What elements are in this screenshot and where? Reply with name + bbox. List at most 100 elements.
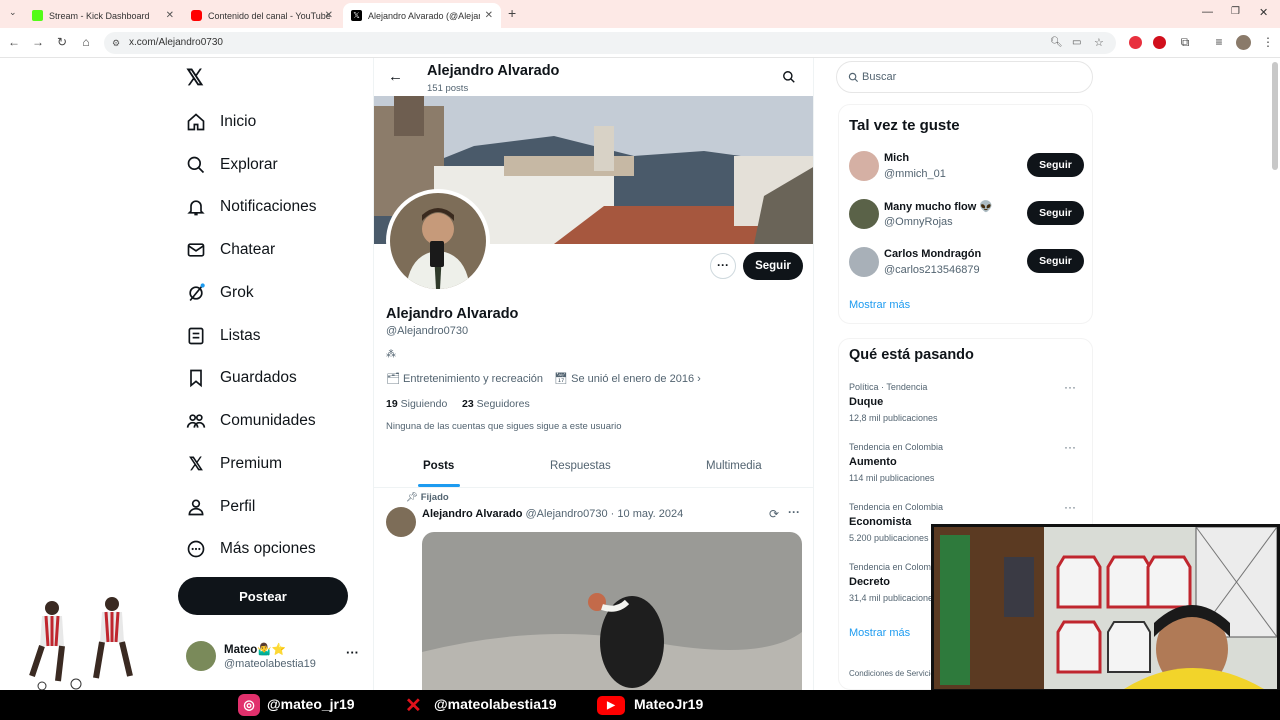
suggestion-name: Mich — [884, 152, 910, 164]
suggestion-name: Many mucho flow 👽 — [884, 201, 994, 213]
bell-icon — [187, 200, 205, 216]
tab-x-profile[interactable]: 𝕏 Alejandro Alvarado (@Alejandro ✕ — [343, 3, 501, 28]
back-icon[interactable]: ← — [6, 35, 22, 49]
trend-item[interactable]: Política · Tendencia Duque 12,8 mil publ… — [849, 380, 1084, 438]
nav-comunidades[interactable]: Comunidades — [186, 403, 316, 439]
close-icon[interactable]: ✕ — [166, 10, 174, 21]
restore-icon[interactable]: ❐ — [1231, 6, 1240, 17]
search-icon — [848, 72, 859, 83]
show-more-link[interactable]: Mostrar más — [849, 299, 910, 311]
following-link[interactable]: 19 Siguiendo — [386, 398, 447, 410]
more-horizontal-icon[interactable]: ··· — [788, 505, 800, 519]
search-icon[interactable] — [782, 70, 796, 84]
nav-grok[interactable]: Grok — [186, 275, 254, 311]
search-placeholder: Buscar — [862, 71, 897, 83]
more-options-button[interactable]: ··· — [710, 253, 736, 279]
post-header: Alejandro Alvarado @Alejandro0730 · 10 m… — [422, 508, 683, 520]
nav-explorar[interactable]: Explorar — [186, 147, 278, 183]
envelope-icon — [187, 243, 205, 257]
zoom-icon[interactable]: 🔍︎ — [1050, 32, 1063, 54]
profile-avatar[interactable] — [386, 189, 490, 293]
extension-icon[interactable] — [1129, 36, 1142, 49]
follow-button[interactable]: Seguir — [1027, 249, 1084, 273]
suggestion-name: Carlos Mondragón — [884, 248, 982, 260]
suggestion-handle: @OmnyRojas — [884, 216, 953, 228]
search-input[interactable]: Buscar — [836, 61, 1093, 93]
grok-icon[interactable]: ⟳ — [769, 507, 779, 521]
suggestion-row[interactable]: Carlos Mondragón @carlos213546879 Seguir — [849, 243, 1084, 283]
menu-kebab-icon[interactable]: ⋮ — [1260, 35, 1276, 49]
post-author[interactable]: Alejandro Alvarado — [422, 508, 522, 520]
tab-youtube[interactable]: Contenido del canal - YouTube ✕ — [183, 3, 341, 28]
nav-label: Grok — [220, 284, 254, 301]
new-tab-icon[interactable]: + — [508, 5, 516, 21]
tab-respuestas[interactable]: Respuestas — [550, 460, 611, 472]
search-icon — [187, 156, 205, 174]
extension-icon[interactable] — [1153, 36, 1166, 49]
extensions-puzzle-icon[interactable]: ⧉ — [1177, 35, 1193, 50]
nav-notificaciones[interactable]: Notificaciones — [186, 189, 317, 225]
tab-multimedia[interactable]: Multimedia — [706, 460, 762, 472]
suggestion-row[interactable]: Mich @mmich_01 Seguir — [849, 147, 1084, 187]
x-logo-icon: 𝕏 — [351, 10, 362, 21]
minimize-icon[interactable]: — — [1202, 6, 1213, 18]
tab-kick[interactable]: Stream - Kick Dashboard ✕ — [24, 3, 182, 28]
followers-link[interactable]: 23 Seguidores — [462, 398, 530, 410]
forward-icon[interactable]: → — [30, 35, 46, 49]
profile-joined[interactable]: Se unió el enero de 2016 — [571, 373, 694, 385]
trend-name: Aumento — [849, 456, 897, 468]
more-horizontal-icon[interactable]: ··· — [1064, 380, 1076, 394]
youtube-icon — [191, 10, 202, 21]
close-icon[interactable]: ✕ — [325, 10, 333, 21]
trend-item[interactable]: Tendencia en Colombia Aumento 114 mil pu… — [849, 440, 1084, 498]
nav-label: Chatear — [220, 241, 276, 258]
bookmark-star-icon[interactable]: ☆ — [1094, 32, 1104, 54]
webcam-feed — [934, 527, 1277, 689]
nav-inicio[interactable]: Inicio — [186, 104, 256, 140]
nav-label: Notificaciones — [220, 198, 317, 215]
nav-guardados[interactable]: Guardados — [186, 360, 297, 396]
more-horizontal-icon[interactable]: ··· — [1064, 440, 1076, 454]
more-horizontal-icon[interactable]: ··· — [346, 645, 359, 660]
trend-meta: Tendencia en Colombia — [849, 502, 944, 512]
x-logo-icon[interactable]: 𝕏 — [186, 67, 208, 89]
nav-premium[interactable]: 𝕏 Premium — [186, 446, 282, 482]
stream-social-bar: ◎ @mateo_jr19 ✕ @mateolabestia19 ▶ Mateo… — [0, 690, 1280, 720]
home-icon[interactable]: ⌂ — [78, 35, 94, 49]
divider — [374, 487, 813, 488]
close-icon[interactable]: ✕ — [485, 10, 493, 21]
back-arrow-icon[interactable]: ← — [388, 68, 403, 85]
footer-link[interactable]: Condiciones de Servicio — [849, 669, 935, 678]
more-horizontal-icon[interactable]: ··· — [1064, 500, 1076, 514]
follow-button[interactable]: Seguir — [1027, 153, 1084, 177]
cast-icon[interactable]: ▭ — [1072, 32, 1081, 54]
account-switcher[interactable]: Mateo🤷‍♂️⭐ @mateolabestia19 ··· — [186, 641, 366, 673]
tab-list-icon[interactable]: ⌄ — [9, 7, 17, 18]
reading-list-icon[interactable]: ≡ — [1211, 35, 1227, 49]
tab-posts[interactable]: Posts — [423, 460, 454, 472]
reload-icon[interactable]: ↻ — [54, 35, 70, 49]
window-close-icon[interactable]: ✕ — [1259, 6, 1268, 19]
nav-label: Listas — [220, 327, 261, 344]
post-button[interactable]: Postear — [178, 577, 348, 615]
address-bar[interactable]: ⚙ x.com/Alejandro0730 🔍︎ ▭ ☆ — [104, 32, 1116, 54]
profile-meta: 🗂︎ Entretenimiento y recreación 📅︎ Se un… — [386, 372, 701, 385]
browser-tab-bar: ⌄ Stream - Kick Dashboard ✕ Contenido de… — [0, 0, 1280, 28]
suggestion-row[interactable]: Many mucho flow 👽 @OmnyRojas Seguir — [849, 195, 1084, 235]
url-text: x.com/Alejandro0730 — [129, 37, 223, 48]
nav-listas[interactable]: Listas — [186, 318, 261, 354]
trend-name: Duque — [849, 396, 884, 408]
follow-button[interactable]: Seguir — [1027, 201, 1084, 225]
site-info-icon[interactable]: ⚙ — [112, 32, 120, 54]
show-more-link[interactable]: Mostrar más — [849, 627, 910, 639]
kick-icon — [32, 10, 43, 21]
tab-label: Stream - Kick Dashboard — [49, 10, 150, 21]
nav-perfil[interactable]: Perfil — [186, 489, 255, 525]
nav-mas-opciones[interactable]: Más opciones — [186, 531, 316, 567]
profile-column: ← Alejandro Alvarado 151 posts ··· Segui… — [373, 58, 814, 720]
scrollbar-thumb[interactable] — [1272, 62, 1278, 170]
post-avatar[interactable] — [386, 507, 416, 537]
follow-button[interactable]: Seguir — [743, 252, 803, 280]
nav-chatear[interactable]: Chatear — [186, 232, 275, 268]
profile-avatar-icon[interactable] — [1236, 35, 1251, 50]
